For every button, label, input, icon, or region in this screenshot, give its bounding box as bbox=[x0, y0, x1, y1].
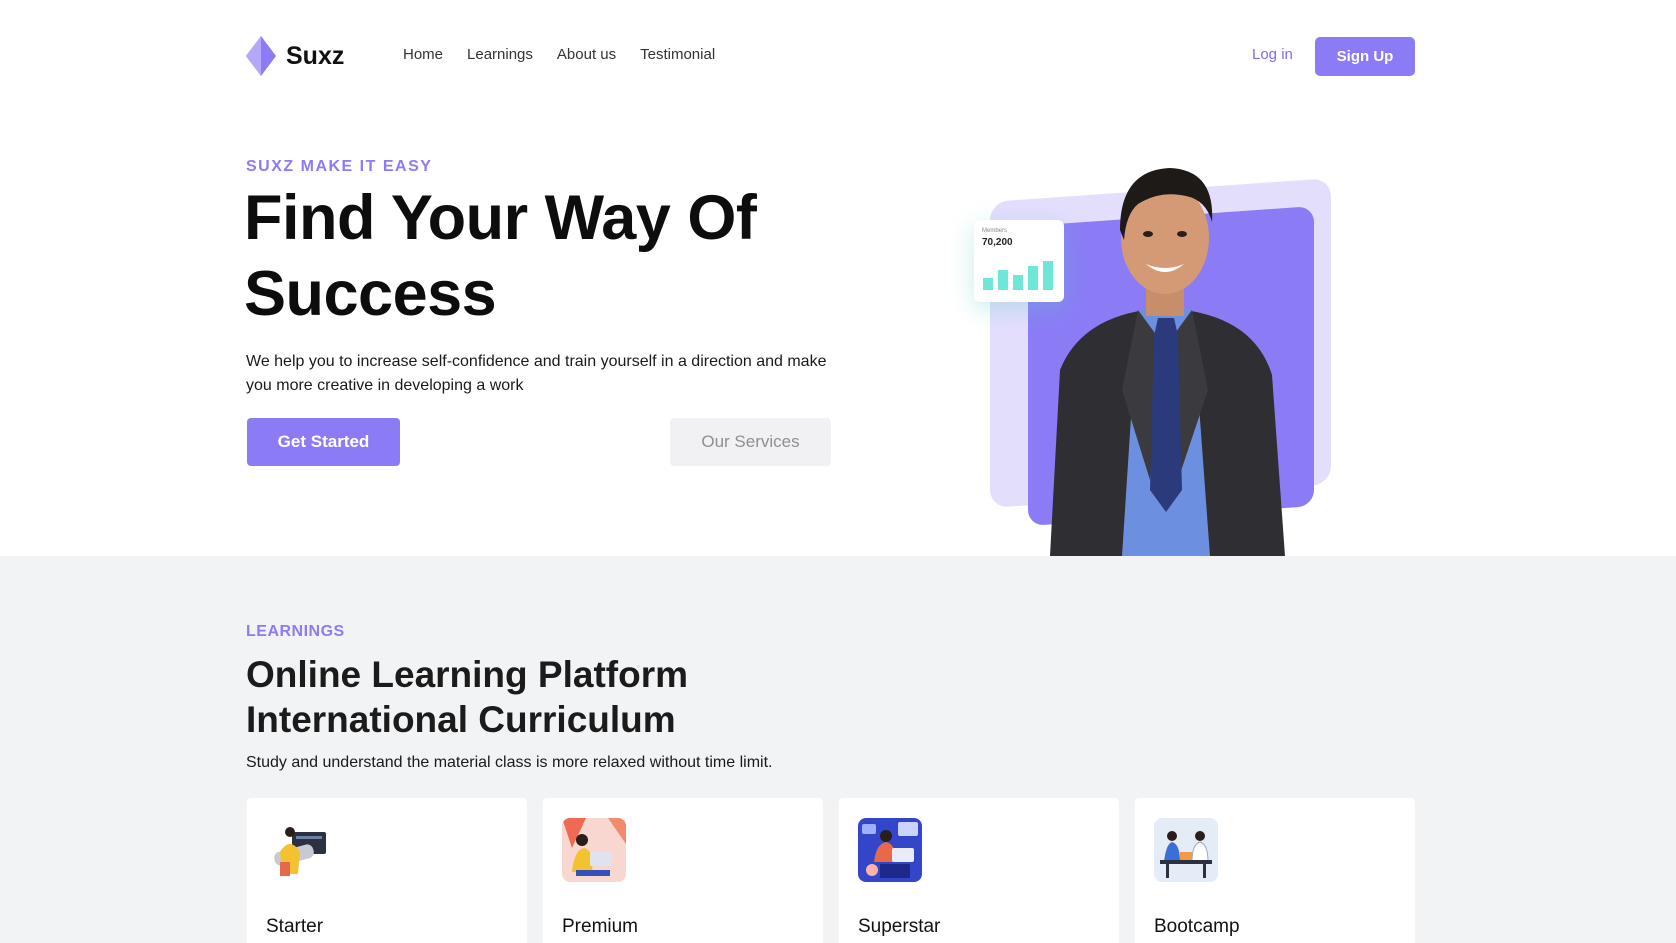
learning-card-title: Bootcamp bbox=[1154, 916, 1240, 937]
learning-cards: Starter Premium Superstar Bootcamp bbox=[247, 798, 1415, 943]
learning-card-title: Premium bbox=[562, 916, 639, 937]
hero-title-line-2: Success bbox=[244, 259, 497, 329]
premium-illustration-icon bbox=[562, 818, 626, 882]
brand-name: Suxz bbox=[286, 41, 345, 70]
signup-button[interactable]: Sign Up bbox=[1315, 37, 1415, 76]
get-started-button[interactable]: Get Started bbox=[247, 418, 400, 466]
hero-title-line-1: Find Your Way Of bbox=[244, 183, 757, 253]
members-bar-chart bbox=[983, 256, 1053, 290]
hero-description: We help you to increase self-confidence … bbox=[246, 353, 827, 394]
hero-eyebrow: SUXZ MAKE IT EASY bbox=[246, 158, 433, 175]
superstar-illustration-icon bbox=[858, 818, 922, 882]
learning-card-superstar[interactable]: Superstar bbox=[839, 798, 1119, 943]
learning-card-starter[interactable]: Starter bbox=[247, 798, 527, 943]
diamond-logo-icon bbox=[246, 36, 276, 76]
members-bar bbox=[1028, 266, 1038, 290]
starter-illustration-icon bbox=[266, 818, 330, 882]
members-stat-label: Members bbox=[982, 228, 1008, 234]
learnings-title-line-1: Online Learning Platform bbox=[246, 654, 688, 695]
members-bar bbox=[1013, 275, 1023, 290]
nav-link-about-us[interactable]: About us bbox=[557, 46, 616, 63]
members-bar bbox=[1043, 261, 1053, 290]
learnings-title-line-2: International Curriculum bbox=[246, 699, 676, 740]
learning-card-bootcamp[interactable]: Bootcamp bbox=[1135, 798, 1415, 943]
learning-card-title: Superstar bbox=[858, 916, 941, 937]
nav-link-testimonial[interactable]: Testimonial bbox=[640, 46, 715, 63]
learnings-eyebrow: LEARNINGS bbox=[246, 623, 345, 640]
login-link[interactable]: Log in bbox=[1252, 46, 1293, 63]
learning-card-title: Starter bbox=[266, 916, 324, 937]
members-stat-card: Members 70,200 bbox=[974, 220, 1064, 302]
members-bar bbox=[983, 278, 993, 290]
our-services-button[interactable]: Our Services bbox=[670, 418, 831, 466]
nav-links: Home Learnings About us Testimonial bbox=[403, 46, 715, 63]
hero-visual: Members 70,200 bbox=[930, 160, 1350, 556]
members-stat-value: 70,200 bbox=[982, 237, 1013, 248]
learnings-description: Study and understand the material class … bbox=[246, 754, 773, 771]
learning-card-premium[interactable]: Premium bbox=[543, 798, 823, 943]
top-navigation: Suxz Home Learnings About us Testimonial… bbox=[0, 0, 1676, 114]
bootcamp-illustration-icon bbox=[1154, 818, 1218, 882]
hero-title: Find Your Way Of Success bbox=[244, 180, 804, 332]
nav-link-learnings[interactable]: Learnings bbox=[467, 46, 533, 63]
nav-link-home[interactable]: Home bbox=[403, 46, 443, 63]
members-bar bbox=[998, 270, 1008, 290]
learnings-title: Online Learning Platform International C… bbox=[246, 652, 766, 742]
brand-logo[interactable]: Suxz bbox=[246, 36, 344, 76]
learnings-section: LEARNINGS Online Learning Platform Inter… bbox=[0, 556, 1676, 943]
